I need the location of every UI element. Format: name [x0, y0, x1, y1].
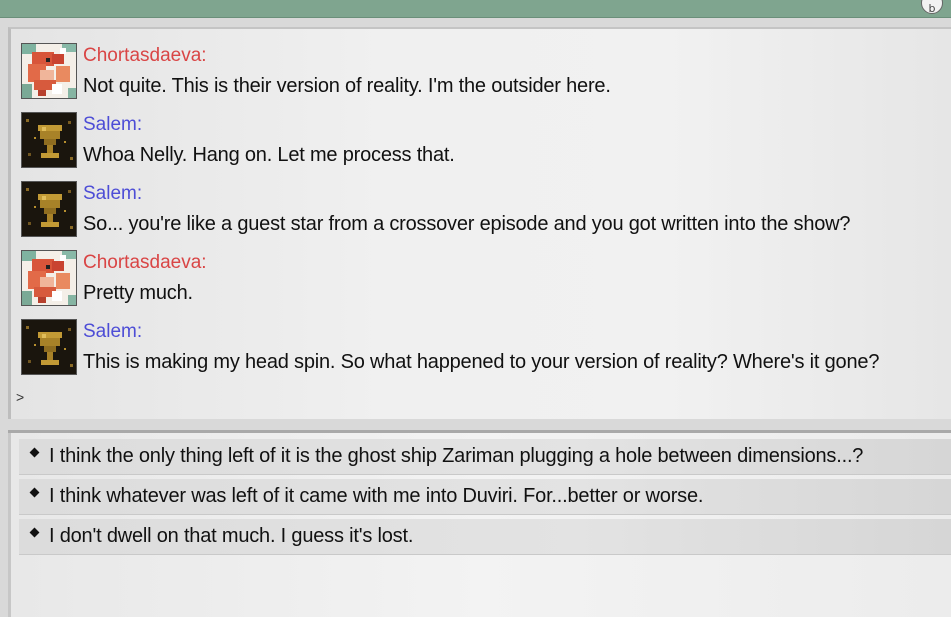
message-text: Not quite. This is their version of real… — [83, 75, 611, 97]
speaker-name: Chortasdaeva: — [83, 45, 207, 66]
speaker-name: Salem: — [83, 321, 143, 342]
dragon-portrait-icon — [21, 43, 77, 99]
choice-text[interactable]: I don't dwell on that much. I guess it's… — [49, 525, 413, 548]
message-text: This is making my head spin. So what hap… — [83, 351, 880, 373]
window-corner-button[interactable]: b — [921, 0, 943, 15]
dragon-portrait-icon — [21, 250, 77, 306]
diamond-bullet-icon — [29, 447, 40, 458]
dialogue-choice[interactable]: I think the only thing left of it is the… — [19, 439, 951, 475]
message-text: Whoa Nelly. Hang on. Let me process that… — [83, 144, 455, 166]
dialogue-choices: I think the only thing left of it is the… — [8, 433, 951, 617]
speaker-name: Salem: — [83, 183, 143, 204]
window-top-bar: b — [0, 0, 951, 18]
dialogue-choice[interactable]: I think whatever was left of it came wit… — [19, 479, 951, 515]
diamond-bullet-icon — [29, 527, 40, 538]
choice-text[interactable]: I think whatever was left of it came wit… — [49, 485, 703, 508]
input-prompt[interactable]: > — [16, 389, 24, 405]
choice-text[interactable]: I think the only thing left of it is the… — [49, 445, 863, 468]
message-text: So... you're like a guest star from a cr… — [83, 213, 851, 235]
speaker-name: Chortasdaeva: — [83, 252, 207, 273]
chat-log: Chortasdaeva: Not quite. This is their v… — [8, 27, 951, 419]
diamond-bullet-icon — [29, 487, 40, 498]
chalice-portrait-icon — [21, 181, 77, 237]
dialogue-choice[interactable]: I don't dwell on that much. I guess it's… — [19, 519, 951, 555]
chalice-portrait-icon — [21, 319, 77, 375]
chalice-portrait-icon — [21, 112, 77, 168]
message-text: Pretty much. — [83, 282, 193, 304]
speaker-name: Salem: — [83, 114, 143, 135]
